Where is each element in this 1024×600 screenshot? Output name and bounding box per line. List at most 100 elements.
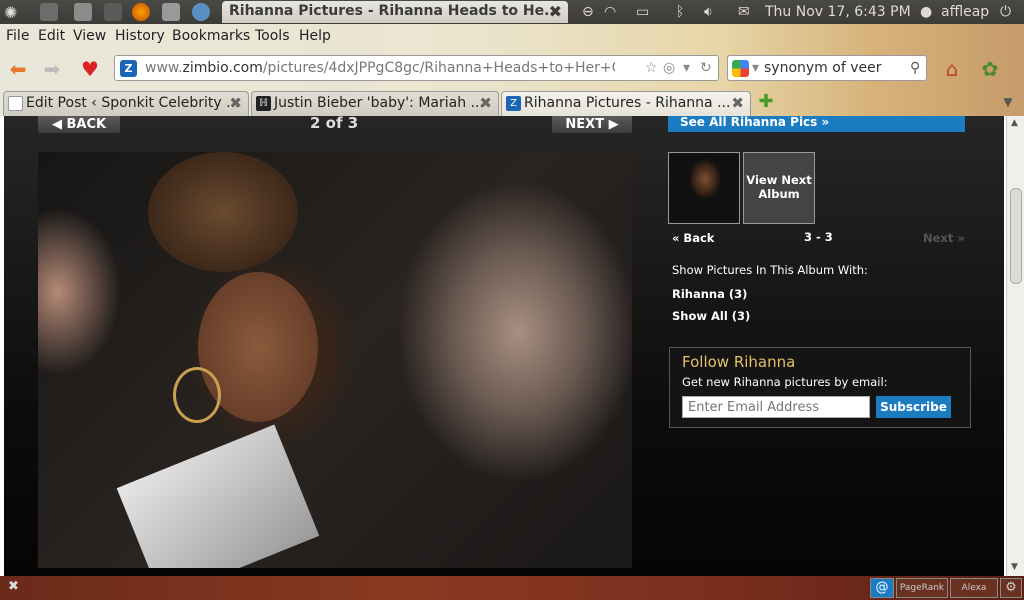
addon-toolbar-icon[interactable]: ✿ bbox=[978, 58, 1002, 80]
terminal-icon[interactable] bbox=[104, 3, 122, 21]
status-bar: ✖ @ PageRank Alexa ⚙ bbox=[0, 576, 1024, 600]
alexa-widget[interactable]: Alexa bbox=[950, 578, 998, 598]
home-icon[interactable]: ⌂ bbox=[940, 58, 964, 80]
tab-justin-bieber[interactable]: ℍ Justin Bieber 'baby': Mariah ... ✖ bbox=[251, 91, 499, 116]
active-window-title[interactable]: Rihanna Pictures - Rihanna Heads to He..… bbox=[222, 1, 568, 23]
scroll-thumb[interactable] bbox=[1010, 188, 1022, 284]
page-icon bbox=[8, 96, 23, 111]
menu-edit[interactable]: Edit bbox=[38, 28, 65, 44]
pagerank-widget[interactable]: PageRank bbox=[896, 578, 948, 598]
menu-bookmarks[interactable]: Bookmarks bbox=[172, 28, 250, 44]
ubuntu-logo-icon[interactable]: ✺ bbox=[4, 3, 22, 22]
view-next-album-button[interactable]: View Next Album bbox=[743, 152, 815, 224]
tab-close-icon[interactable]: ✖ bbox=[479, 92, 492, 115]
back-label: BACK bbox=[66, 117, 107, 132]
url-dropdown-icon[interactable]: ▾ bbox=[683, 60, 690, 76]
main-photo[interactable] bbox=[38, 152, 632, 568]
photo-counter: 2 of 3 bbox=[310, 116, 358, 132]
status-gear-icon[interactable]: ⚙ bbox=[1000, 578, 1022, 598]
zimbio-favicon-icon: Z bbox=[506, 96, 521, 111]
window-close-icon[interactable]: ✖ bbox=[549, 1, 562, 22]
tab-label: Edit Post ‹ Sponkit Celebrity ... bbox=[26, 95, 240, 111]
subscribe-button[interactable]: Subscribe bbox=[876, 396, 951, 418]
filter-rihanna-link[interactable]: Rihanna (3) bbox=[672, 287, 747, 301]
window-title-text: Rihanna Pictures - Rihanna Heads to He..… bbox=[229, 3, 561, 19]
forward-arrow-icon[interactable]: ➡ bbox=[40, 58, 64, 80]
search-bar[interactable]: ▾ synonym of veer ⚲ bbox=[727, 55, 927, 81]
tab-list-icon[interactable]: ▼ bbox=[996, 91, 1020, 113]
addon-at-icon[interactable]: @ bbox=[870, 578, 894, 598]
gallery-back-button[interactable]: ◀ BACK bbox=[38, 116, 120, 133]
tab-close-icon[interactable]: ✖ bbox=[229, 92, 242, 115]
back-triangle-icon: ◀ bbox=[51, 117, 67, 132]
url-path: /pictures/4dxJPPgC8gc/Rihanna+Heads+to+H… bbox=[262, 60, 615, 76]
editor-icon[interactable] bbox=[162, 3, 180, 21]
url-text[interactable]: www.zimbio.com/pictures/4dxJPPgC8gc/Riha… bbox=[145, 60, 615, 76]
app-launcher-icon[interactable] bbox=[40, 3, 58, 21]
addon-circle-icon[interactable]: ◎ bbox=[663, 60, 675, 76]
battery-icon[interactable]: ▭ bbox=[636, 0, 649, 24]
album-thumbnail[interactable] bbox=[668, 152, 740, 224]
bookmark-star-icon[interactable]: ☆ bbox=[645, 60, 658, 76]
next-triangle-icon: ▶ bbox=[604, 117, 619, 132]
files-icon[interactable] bbox=[74, 3, 92, 21]
sidebar-range: 3 - 3 bbox=[804, 230, 833, 244]
scroll-down-icon[interactable]: ▼ bbox=[1011, 562, 1018, 572]
close-bar-icon[interactable]: ✖ bbox=[8, 579, 19, 594]
scroll-up-icon[interactable]: ▲ bbox=[1011, 118, 1018, 128]
show-pictures-label: Show Pictures In This Album With: bbox=[672, 263, 868, 277]
settings-icon[interactable] bbox=[192, 3, 210, 21]
url-host: zimbio.com bbox=[182, 60, 263, 76]
heart-bookmark-icon[interactable]: ♥ bbox=[78, 58, 102, 80]
back-arrow-icon[interactable]: ⬅ bbox=[6, 58, 30, 80]
next-label: NEXT bbox=[565, 117, 605, 132]
counter-total: 3 bbox=[347, 116, 359, 132]
menu-help[interactable]: Help bbox=[299, 28, 331, 44]
user-name[interactable]: affleap bbox=[941, 0, 989, 24]
see-all-pics-link[interactable]: See All Rihanna Pics » bbox=[668, 116, 965, 132]
browser-chrome: File Edit View History Bookmarks Tools H… bbox=[0, 24, 1024, 116]
tab-close-icon[interactable]: ✖ bbox=[731, 92, 744, 115]
volume-icon[interactable]: 🔉︎ bbox=[704, 0, 713, 24]
url-prefix: www. bbox=[145, 60, 183, 76]
search-input[interactable]: synonym of veer bbox=[764, 60, 881, 76]
reload-icon[interactable]: ↻ bbox=[700, 60, 712, 76]
engine-dropdown-icon[interactable]: ▾ bbox=[752, 60, 759, 76]
clock[interactable]: Thu Nov 17, 6:43 PM bbox=[765, 0, 911, 24]
google-engine-icon[interactable] bbox=[732, 60, 749, 77]
follow-title: Follow Rihanna bbox=[682, 353, 796, 371]
filter-show-all-link[interactable]: Show All (3) bbox=[672, 309, 750, 323]
tab-edit-post[interactable]: Edit Post ‹ Sponkit Celebrity ... ✖ bbox=[3, 91, 249, 116]
sidebar-next-link[interactable]: Next » bbox=[923, 231, 965, 245]
counter-of: of bbox=[325, 116, 343, 132]
tab-rihanna-pictures[interactable]: Z Rihanna Pictures - Rihanna ... ✖ bbox=[501, 91, 751, 116]
follow-box: Follow Rihanna Get new Rihanna pictures … bbox=[669, 347, 971, 428]
search-icon[interactable]: ⚲ bbox=[910, 60, 920, 76]
gallery-page: ◀ BACK 2 of 3 NEXT ▶ See All Rihanna Pic… bbox=[4, 116, 1004, 576]
tab-label: Justin Bieber 'baby': Mariah ... bbox=[274, 95, 484, 111]
indicator-icon[interactable]: ⊖ bbox=[582, 0, 594, 24]
mail-icon[interactable]: ✉ bbox=[738, 0, 750, 24]
gallery-next-button[interactable]: NEXT ▶ bbox=[552, 116, 632, 133]
url-bar[interactable]: Z www.zimbio.com/pictures/4dxJPPgC8gc/Ri… bbox=[114, 55, 719, 81]
user-status-icon[interactable]: ● bbox=[920, 0, 932, 24]
tab-bar: Edit Post ‹ Sponkit Celebrity ... ✖ ℍ Ju… bbox=[0, 88, 1024, 116]
photo-earring-shape bbox=[173, 367, 221, 423]
sidebar-back-link[interactable]: « Back bbox=[672, 231, 714, 245]
power-icon[interactable]: ⏻ bbox=[1000, 0, 1011, 24]
menu-tools[interactable]: Tools bbox=[255, 28, 290, 44]
email-input[interactable] bbox=[682, 396, 870, 418]
page-viewport: ◀ BACK 2 of 3 NEXT ▶ See All Rihanna Pic… bbox=[0, 116, 1006, 576]
new-tab-icon[interactable]: ✚ bbox=[754, 91, 778, 113]
photo-hair-shape bbox=[148, 152, 298, 272]
firefox-icon[interactable] bbox=[132, 3, 150, 21]
wifi-icon[interactable]: ◠ bbox=[604, 0, 616, 24]
site-favicon-icon: Z bbox=[120, 60, 137, 77]
menu-view[interactable]: View bbox=[73, 28, 106, 44]
bluetooth-icon[interactable]: ᛒ bbox=[676, 0, 684, 24]
page-scrollbar[interactable]: ▲ ▼ bbox=[1006, 116, 1024, 576]
navigation-toolbar: ⬅ ➡ ♥ Z www.zimbio.com/pictures/4dxJPPgC… bbox=[0, 50, 1024, 88]
menu-history[interactable]: History bbox=[115, 28, 165, 44]
menu-file[interactable]: File bbox=[6, 28, 29, 44]
photo-poster-shape bbox=[116, 424, 320, 568]
